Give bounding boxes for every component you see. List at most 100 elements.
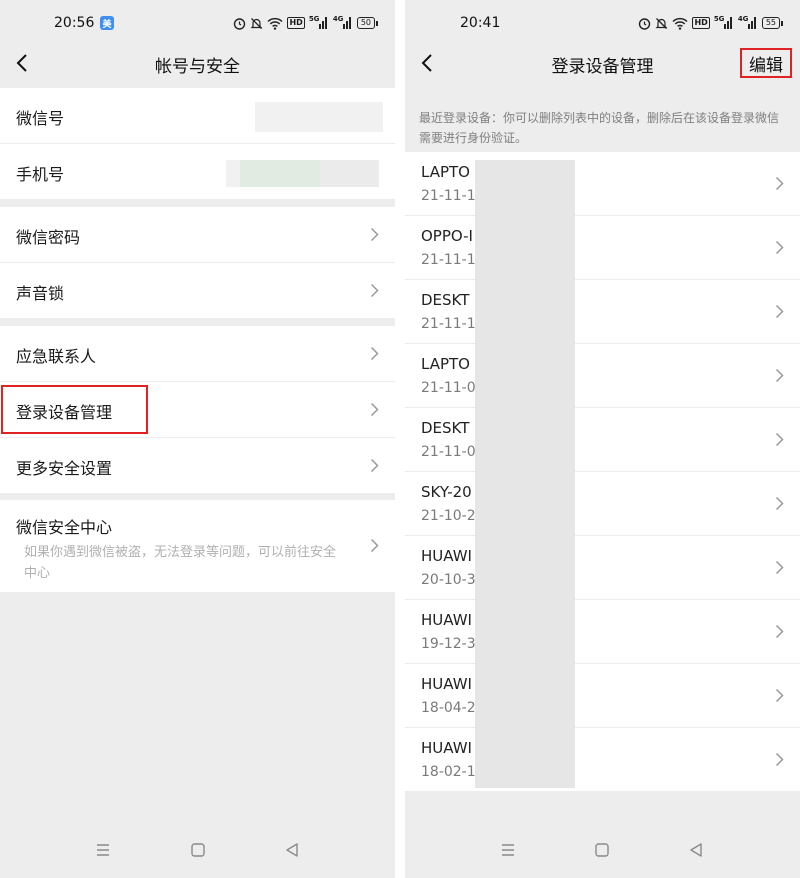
chevron-right-icon: [775, 368, 784, 383]
device-name: HUAWI: [421, 547, 472, 565]
device-name: LAPTO: [421, 163, 470, 181]
chevron-right-icon: [775, 432, 784, 447]
bell-off-icon: [251, 17, 263, 29]
home-icon[interactable]: [594, 842, 610, 858]
edit-button[interactable]: 编辑: [740, 48, 792, 78]
device-date: 21-11-0: [421, 380, 476, 396]
bell-off-icon: [656, 17, 668, 29]
hd-badge: HD: [692, 17, 710, 29]
wechat-password-label: 微信密码: [16, 228, 81, 247]
account-info-group: 微信号 手机号: [0, 88, 395, 199]
emergency-contact-label: 应急联系人: [16, 347, 97, 366]
chevron-right-icon: [775, 624, 784, 639]
device-row[interactable]: HUAWI 18-02-1: [405, 728, 800, 792]
redaction-mask: [475, 160, 575, 788]
device-date: 21-11-1: [421, 188, 476, 204]
device-row[interactable]: DESKT 21-11-0: [405, 408, 800, 472]
chevron-right-icon: [775, 688, 784, 703]
menu-icon[interactable]: [95, 842, 111, 858]
back-triangle-icon[interactable]: [284, 842, 300, 858]
system-nav-bar: [405, 828, 800, 878]
device-row[interactable]: SKY-20 21-10-2: [405, 472, 800, 536]
device-row[interactable]: DESKT 21-11-1: [405, 280, 800, 344]
chevron-right-icon: [370, 538, 379, 553]
device-date: 21-11-1: [421, 316, 476, 332]
device-date: 19-12-3: [421, 636, 476, 652]
alarm-icon: [639, 17, 651, 30]
chevron-right-icon: [370, 458, 379, 473]
phone-number-row[interactable]: 手机号: [0, 144, 395, 199]
device-name: HUAWI: [421, 739, 472, 757]
wechat-password-row[interactable]: 微信密码: [0, 207, 395, 263]
nav-bar: 登录设备管理 编辑: [405, 40, 800, 86]
password-group: 微信密码 声音锁: [0, 207, 395, 318]
device-date: 21-11-1: [421, 252, 476, 268]
wechat-id-row[interactable]: 微信号: [0, 88, 395, 144]
device-date: 20-10-3: [421, 572, 476, 588]
chevron-right-icon: [775, 496, 784, 511]
back-triangle-icon[interactable]: [688, 842, 704, 858]
device-name: LAPTO: [421, 355, 470, 373]
system-nav-bar: [0, 828, 395, 878]
device-name: DESKT: [421, 419, 470, 437]
device-name: HUAWI: [421, 611, 472, 629]
signal-4g-icon: 4G: [738, 15, 758, 30]
alarm-icon: [234, 17, 246, 30]
device-name: SKY-20: [421, 483, 472, 501]
app-notification-icon: 美: [100, 16, 114, 30]
device-row[interactable]: OPPO-I 21-11-1: [405, 216, 800, 280]
chevron-right-icon: [370, 227, 379, 242]
security-center-label: 微信安全中心: [16, 518, 113, 537]
battery-indicator: 50: [356, 17, 379, 29]
device-list: LAPTO 21-11-1 OPPO-I 21-11-1 DESKT 21-11…: [405, 152, 800, 792]
emergency-contact-row[interactable]: 应急联系人: [0, 326, 395, 382]
wechat-id-value-masked: [255, 102, 383, 132]
chevron-right-icon: [775, 304, 784, 319]
status-icons: HD 5G 4G 55: [638, 13, 784, 33]
device-name: DESKT: [421, 291, 470, 309]
device-date: 21-10-2: [421, 508, 476, 524]
chevron-right-icon: [775, 560, 784, 575]
chevron-right-icon: [775, 240, 784, 255]
security-center-description: 如果你遇到微信被盗，无法登录等问题，可以前往安全中心: [24, 545, 337, 581]
voice-lock-row[interactable]: 声音锁: [0, 263, 395, 318]
wifi-icon: [672, 17, 688, 30]
device-date: 18-02-1: [421, 764, 476, 780]
status-icons: HD 5G 4G 50: [233, 13, 379, 33]
signal-4g-icon: 4G: [333, 15, 353, 30]
device-name: HUAWI: [421, 675, 472, 693]
voice-lock-label: 声音锁: [16, 284, 65, 303]
signal-5g-icon: 5G: [714, 15, 734, 30]
device-management-screen: 20:41 HD 5G 4G 55 登录设备管理 编辑 最近登录设备：你可以删除…: [405, 0, 800, 878]
chevron-right-icon: [370, 283, 379, 298]
phone-number-label: 手机号: [16, 165, 65, 184]
status-time: 20:41: [460, 15, 501, 31]
more-security-settings-row[interactable]: 更多安全设置: [0, 438, 395, 493]
device-row[interactable]: HUAWI 20-10-3: [405, 536, 800, 600]
status-time: 20:56: [54, 15, 95, 31]
menu-icon[interactable]: [500, 842, 516, 858]
device-row[interactable]: HUAWI 19-12-3: [405, 600, 800, 664]
battery-indicator: 55: [761, 17, 784, 29]
recent-devices-hint: 最近登录设备：你可以删除列表中的设备，删除后在该设备登录微信需要进行身份验证。: [419, 111, 780, 145]
home-icon[interactable]: [190, 842, 206, 858]
wechat-id-label: 微信号: [16, 109, 65, 128]
signal-5g-icon: 5G: [309, 15, 329, 30]
hd-badge: HD: [287, 17, 305, 29]
nav-bar: 帐号与安全: [0, 40, 395, 86]
chevron-right-icon: [370, 402, 379, 417]
chevron-right-icon: [775, 752, 784, 767]
wifi-icon: [267, 17, 283, 30]
device-name: OPPO-I: [421, 227, 473, 245]
page-title: 帐号与安全: [155, 57, 240, 77]
phone-value-masked: [240, 160, 320, 187]
device-row[interactable]: LAPTO 21-11-1: [405, 152, 800, 216]
account-security-screen: 20:56 美 HD 5G 4G 50 帐号与安全 微信号 手机号 微信密码 声…: [0, 0, 395, 878]
chevron-right-icon: [775, 176, 784, 191]
device-date: 21-11-0: [421, 444, 476, 460]
highlight-box: [1, 385, 148, 434]
more-security-settings-label: 更多安全设置: [16, 459, 113, 478]
chevron-right-icon: [370, 346, 379, 361]
device-row[interactable]: HUAWI 18-04-2: [405, 664, 800, 728]
device-row[interactable]: LAPTO 21-11-0: [405, 344, 800, 408]
